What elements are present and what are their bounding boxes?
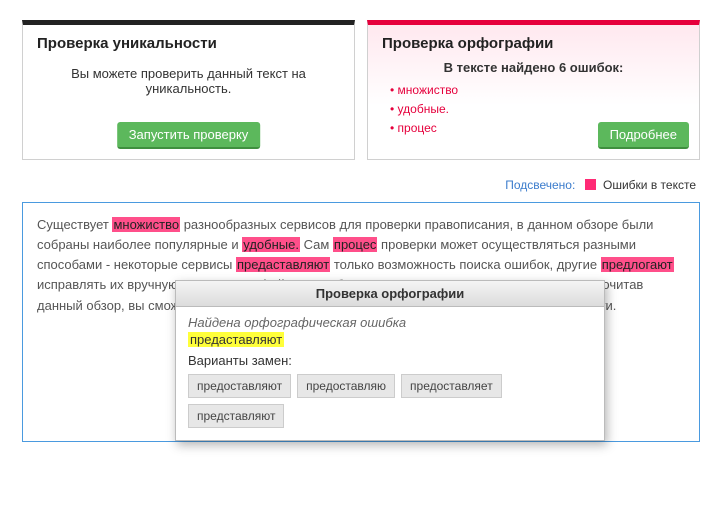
suggestion-button[interactable]: предоставляю (297, 374, 395, 398)
spellcheck-popup: Проверка орфографии Найдена орфографичес… (175, 280, 605, 441)
uniqueness-panel: Проверка уникальности Вы можете проверит… (22, 20, 355, 160)
popup-error-word: предаставляют (188, 332, 284, 347)
error-highlight[interactable]: удобные. (242, 237, 300, 252)
error-item: множиство (390, 81, 685, 100)
text-fragment: Существует (37, 217, 112, 232)
suggestion-button[interactable]: предоставляют (188, 374, 291, 398)
legend: Подсвечено: Ошибки в тексте (22, 172, 700, 202)
spelling-title: Проверка орфографии (382, 35, 685, 52)
popup-title: Проверка орфографии (176, 281, 604, 307)
error-highlight[interactable]: процес (333, 237, 378, 252)
spelling-found: В тексте найдено 6 ошибок: (382, 60, 685, 75)
suggestion-button[interactable]: предоставляет (401, 374, 502, 398)
legend-type: Ошибки в тексте (603, 178, 696, 192)
error-highlight[interactable]: предлогают (601, 257, 674, 272)
error-highlight[interactable]: предаставляют (236, 257, 330, 272)
spelling-panel: Проверка орфографии В тексте найдено 6 о… (367, 20, 700, 160)
error-highlight[interactable]: множиство (112, 217, 180, 232)
popup-message: Найдена орфографическая ошибка (188, 315, 592, 330)
suggestion-button[interactable]: представляют (188, 404, 284, 428)
error-item: удобные. (390, 100, 685, 119)
uniqueness-body: Вы можете проверить данный текст на уник… (55, 66, 322, 96)
run-check-button[interactable]: Запустить проверку (117, 122, 261, 149)
text-fragment: только возможность поиска ошибок, другие (330, 257, 601, 272)
text-fragment: Сам (300, 237, 333, 252)
legend-label: Подсвечено: (505, 178, 575, 192)
suggestions-row: предоставляют предоставляю предоставляет… (188, 374, 592, 428)
uniqueness-title: Проверка уникальности (37, 35, 340, 52)
popup-suggestions-label: Варианты замен: (188, 353, 592, 368)
details-button[interactable]: Подробнее (598, 122, 689, 149)
legend-swatch (585, 179, 596, 190)
